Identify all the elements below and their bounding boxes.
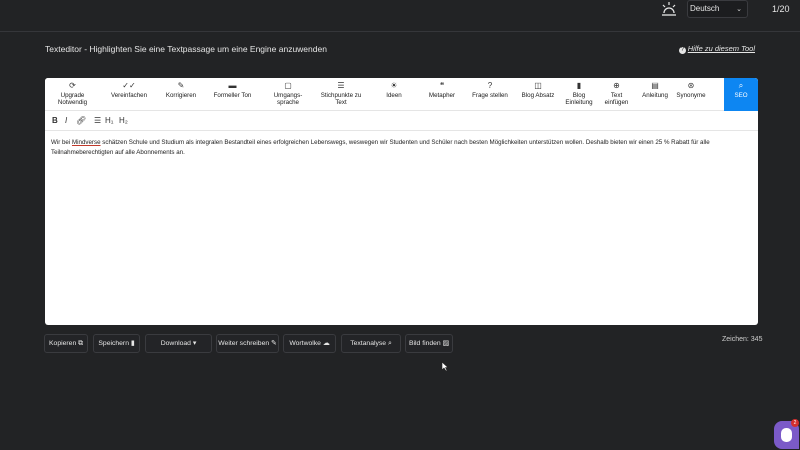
language-select[interactable]: Deutsch ⌄	[687, 0, 748, 18]
tool-label: Umgangs-sprache	[273, 92, 303, 106]
tool-label: Blog Einleitung	[565, 92, 593, 106]
editor-text-start: Wir bei	[51, 139, 72, 146]
tool-label: Synonyme	[676, 92, 706, 99]
tool-label: Stichpunkte zu Text	[320, 92, 362, 106]
bookmark-icon: ▮	[576, 81, 582, 90]
tool-synonyms[interactable]: ⊛ Synonyme	[675, 78, 707, 111]
cloud-icon: ☁	[322, 340, 330, 347]
continue-writing-button[interactable]: Weiter schreiben ✎	[216, 334, 279, 353]
sunrise-icon[interactable]	[660, 1, 678, 19]
pencil-icon: ✎	[271, 340, 277, 347]
engine-toolbar: ⟳ Upgrade Notwendig ✓✓ Vereinfachen ✎ Ko…	[45, 78, 758, 111]
format-bar: B I 🔗︎ ☰ H₁ H₂	[45, 111, 758, 131]
tool-label: Vereinfachen	[110, 92, 148, 99]
refresh-icon: ⟳	[69, 81, 76, 90]
find-image-button[interactable]: Bild finden ▨	[405, 334, 453, 353]
top-bar: Deutsch ⌄ 1/20	[0, 0, 800, 32]
image-icon: ▨	[442, 340, 450, 347]
tool-label: Ideen	[386, 92, 402, 99]
list-icon: ☰	[337, 81, 345, 90]
editor-brand-word: Mindverse	[71, 139, 101, 146]
chat-notification-badge: 2	[791, 419, 799, 427]
copy-icon: ⧉	[78, 340, 83, 347]
tool-metaphor[interactable]: ❝ Metapher	[423, 78, 461, 111]
page-counter: 1/20	[772, 4, 790, 14]
download-label: Download	[160, 340, 191, 347]
editor-content[interactable]: Wir bei Mindverse schätzen Schule und St…	[51, 138, 751, 157]
layout-icon: ◫	[534, 81, 542, 90]
word-cloud-button[interactable]: Wortwolke ☁	[283, 334, 336, 353]
caret-down-icon: ▾	[192, 340, 197, 347]
editor-text-rest: schätzen Schule und Studium als integral…	[51, 139, 710, 156]
tool-colloquial[interactable]: ▢ Umgangs-sprache	[267, 78, 309, 111]
tool-label: SEO	[734, 92, 748, 99]
double-check-icon: ✓✓	[122, 81, 136, 90]
tool-label: Korrigieren	[165, 92, 197, 99]
word-cloud-label: Wortwolke	[289, 340, 321, 347]
page-title: Texteditor - Highlighten Sie eine Textpa…	[45, 44, 327, 54]
help-link-label: Hilfe zu diesem Tool	[687, 44, 755, 53]
tool-label: Text einfügen	[604, 92, 629, 106]
tool-correct[interactable]: ✎ Korrigieren	[160, 78, 202, 111]
link-icon[interactable]: 🔗︎	[76, 116, 86, 125]
tool-ideas[interactable]: ☀ Ideen	[378, 78, 410, 111]
pencil-icon: ✎	[177, 81, 185, 90]
bold-button[interactable]: B	[52, 116, 58, 125]
tool-label: Anleitung	[642, 92, 668, 99]
briefcase-icon: ▬	[228, 81, 237, 90]
copy-button[interactable]: Kopieren ⧉	[44, 334, 88, 353]
text-analysis-button[interactable]: Textanalyse ⌕	[341, 334, 401, 353]
quote-icon: ❝	[439, 81, 445, 90]
heading1-button[interactable]: H₁	[105, 116, 113, 125]
continue-writing-label: Weiter schreiben	[218, 340, 270, 347]
italic-button[interactable]: I	[65, 116, 67, 125]
tool-guide[interactable]: ▤ Anleitung	[639, 78, 671, 111]
plus-circle-icon: ⊕	[613, 81, 620, 90]
document-icon: ▤	[651, 81, 659, 90]
tool-label: Blog Absatz	[521, 92, 555, 99]
save-button[interactable]: Speichern ▮	[93, 334, 140, 353]
bag-icon: ▢	[284, 81, 292, 90]
copy-button-label: Kopieren	[49, 340, 77, 347]
question-circle-icon: ?	[678, 47, 686, 54]
text-analysis-label: Textanalyse	[350, 340, 387, 347]
bookmark-icon: ▮	[130, 340, 135, 347]
download-dropdown[interactable]: Download ▾	[145, 334, 212, 353]
tool-bullets-to-text[interactable]: ☰ Stichpunkte zu Text	[315, 78, 367, 111]
tool-label: Upgrade Notwendig	[57, 92, 88, 106]
save-button-label: Speichern	[98, 340, 129, 347]
chevron-down-icon: ⌄	[736, 6, 742, 13]
align-icon[interactable]: ☰	[94, 116, 101, 125]
tool-label: Frage stellen	[472, 92, 508, 99]
tool-blog-paragraph[interactable]: ◫ Blog Absatz	[517, 78, 559, 111]
search-icon: ⌕	[387, 340, 392, 347]
search-icon: ⌕	[738, 81, 744, 90]
tool-formal-tone[interactable]: ▬ Formeller Ton	[210, 78, 255, 111]
tool-label: Formeller Ton	[213, 92, 252, 99]
text-editor: ⟳ Upgrade Notwendig ✓✓ Vereinfachen ✎ Ko…	[45, 78, 758, 325]
question-icon: ?	[487, 81, 493, 90]
mouse-cursor-icon	[441, 361, 449, 372]
lightbulb-icon: ☀	[390, 81, 398, 90]
tool-upgrade[interactable]: ⟳ Upgrade Notwendig	[49, 78, 96, 111]
tool-simplify[interactable]: ✓✓ Vereinfachen	[105, 78, 153, 111]
tool-insert-text[interactable]: ⊕ Text einfügen	[600, 78, 633, 111]
tool-ask-question[interactable]: ? Frage stellen	[469, 78, 511, 111]
heading2-button[interactable]: H₂	[119, 116, 128, 125]
tool-label: Metapher	[428, 92, 456, 99]
synonym-icon: ⊛	[687, 81, 695, 90]
find-image-label: Bild finden	[408, 340, 441, 347]
help-link[interactable]: ? Hilfe zu diesem Tool	[678, 44, 755, 54]
chat-icon	[781, 428, 792, 442]
char-count: Zeichen: 345	[722, 336, 763, 343]
tool-seo[interactable]: ⌕ SEO	[724, 78, 758, 111]
language-select-value: Deutsch	[690, 4, 720, 13]
tool-blog-intro[interactable]: ▮ Blog Einleitung	[564, 78, 594, 111]
